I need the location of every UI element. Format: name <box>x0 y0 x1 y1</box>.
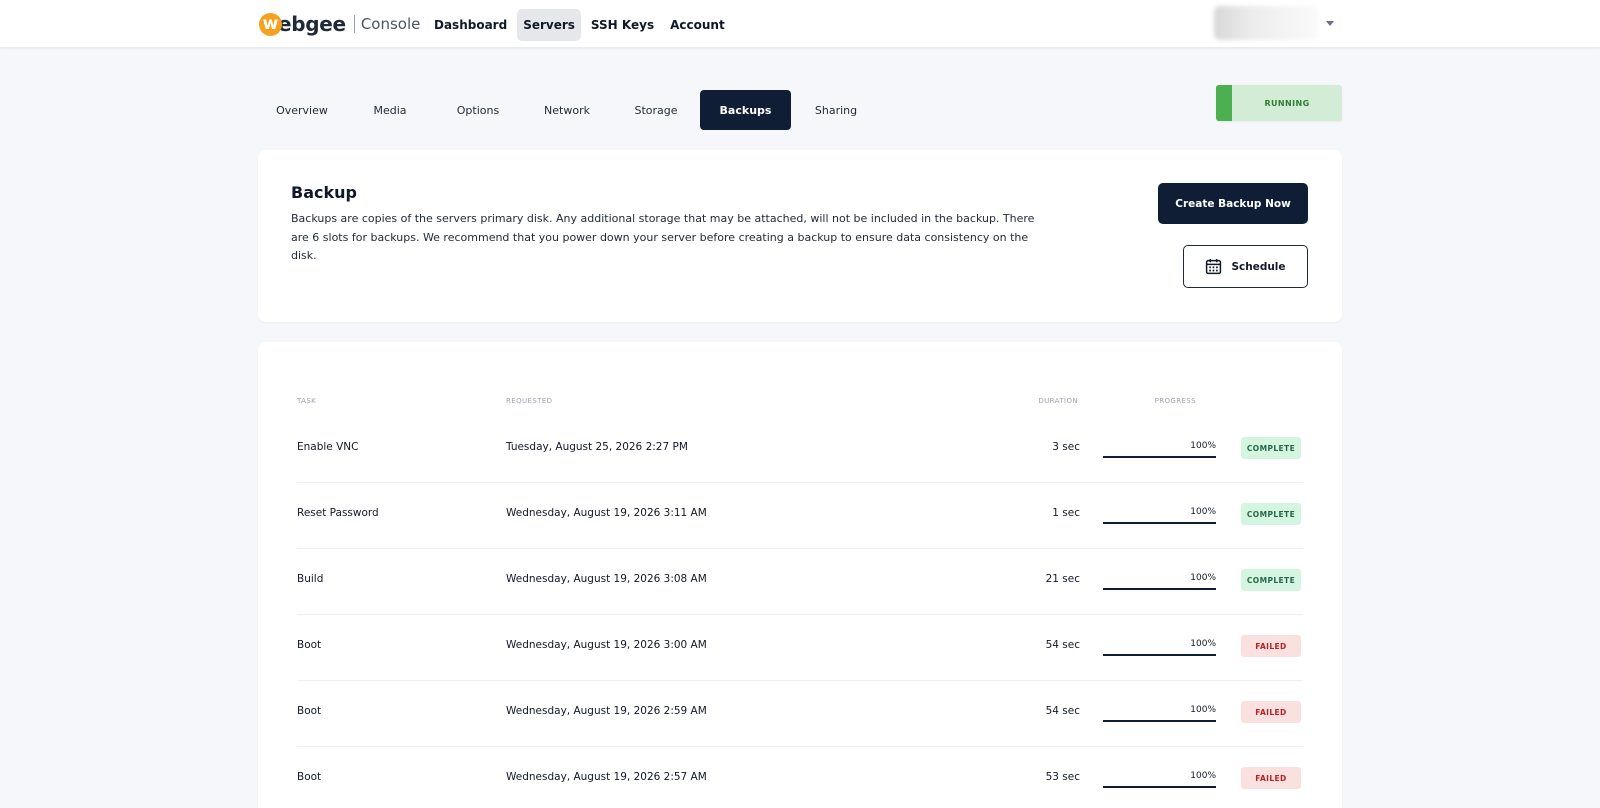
progress-fill <box>1103 786 1216 788</box>
top-bar: w ebgee Console Dashboard Servers SSH Ke… <box>0 0 1600 47</box>
progress-fill <box>1103 720 1216 722</box>
avatar <box>1214 6 1318 40</box>
nav-account[interactable]: Account <box>664 9 731 41</box>
create-backup-button[interactable]: Create Backup Now <box>1158 183 1308 224</box>
schedule-button[interactable]: Schedule <box>1183 245 1308 288</box>
nav-ssh-keys[interactable]: SSH Keys <box>585 9 660 41</box>
duration-cell: 54 sec <box>1045 639 1080 651</box>
duration-cell: 54 sec <box>1045 705 1080 717</box>
server-tabs: Overview Media Options Network Storage B… <box>258 90 881 130</box>
requested-cell: Wednesday, August 19, 2026 3:08 AM <box>506 573 707 585</box>
status-label: RUNNING <box>1264 98 1310 108</box>
backup-description: Backups are copies of the servers primar… <box>291 212 1035 262</box>
main-nav: Dashboard Servers SSH Keys Account <box>428 9 731 41</box>
duration-cell: 3 sec <box>1052 441 1080 453</box>
calendar-icon <box>1206 259 1222 275</box>
progress-bar: 100% <box>1103 698 1216 722</box>
progress-bar: 100% <box>1103 566 1216 590</box>
table-row[interactable]: Boot Wednesday, August 19, 2026 2:59 AM … <box>297 681 1303 747</box>
progress-label: 100% <box>1190 441 1216 451</box>
progress-fill <box>1103 654 1216 656</box>
backup-title: Backup <box>291 183 357 202</box>
nav-dashboard[interactable]: Dashboard <box>428 9 513 41</box>
task-table: TASK REQUESTED DURATION PROGRESS Enable … <box>258 342 1342 808</box>
progress-fill <box>1103 588 1216 590</box>
tab-sharing[interactable]: Sharing <box>791 90 881 130</box>
duration-cell: 1 sec <box>1052 507 1080 519</box>
task-cell: Reset Password <box>297 507 379 519</box>
progress-fill <box>1103 456 1216 458</box>
task-cell: Boot <box>297 639 322 651</box>
table-row[interactable]: Build Wednesday, August 19, 2026 3:08 AM… <box>297 549 1303 615</box>
status-badge: COMPLETE <box>1241 569 1301 591</box>
backup-card: Backup Backups are copies of the servers… <box>258 150 1342 322</box>
column-header-progress: PROGRESS <box>1154 397 1196 405</box>
progress-label: 100% <box>1190 573 1216 583</box>
schedule-label: Schedule <box>1231 260 1286 273</box>
requested-cell: Wednesday, August 19, 2026 3:11 AM <box>506 507 707 519</box>
column-header-task: TASK <box>297 397 317 405</box>
progress-label: 100% <box>1190 639 1216 649</box>
table-row[interactable]: Boot Wednesday, August 19, 2026 3:00 AM … <box>297 615 1303 681</box>
logo-mark: w <box>259 12 282 36</box>
tab-storage[interactable]: Storage <box>612 90 700 130</box>
duration-cell: 53 sec <box>1045 771 1080 783</box>
status-badge: RUNNING <box>1216 85 1342 121</box>
logo-console-label: Console <box>360 15 421 33</box>
tab-overview[interactable]: Overview <box>258 90 346 130</box>
status-badge: COMPLETE <box>1241 503 1301 525</box>
progress-label: 100% <box>1190 507 1216 517</box>
progress-bar: 100% <box>1103 764 1216 788</box>
column-header-requested: REQUESTED <box>506 397 553 405</box>
progress-bar: 100% <box>1103 632 1216 656</box>
requested-cell: Tuesday, August 25, 2026 2:27 PM <box>506 441 688 453</box>
status-badge: FAILED <box>1241 767 1301 789</box>
table-row[interactable]: Enable VNC Tuesday, August 25, 2026 2:27… <box>297 417 1303 483</box>
task-cell: Boot <box>297 705 322 717</box>
table-row[interactable]: Boot Wednesday, August 19, 2026 2:57 AM … <box>297 747 1303 808</box>
tab-media[interactable]: Media <box>346 90 434 130</box>
progress-bar: 100% <box>1103 434 1216 458</box>
duration-cell: 21 sec <box>1045 573 1080 585</box>
status-badge: COMPLETE <box>1241 437 1301 459</box>
task-cell: Enable VNC <box>297 441 359 453</box>
user-menu[interactable] <box>1214 4 1338 42</box>
requested-cell: Wednesday, August 19, 2026 2:57 AM <box>506 771 707 783</box>
column-header-duration: DURATION <box>1038 397 1078 405</box>
status-badge: FAILED <box>1241 701 1301 723</box>
status-indicator <box>1216 85 1232 121</box>
logo-text: ebgee <box>278 12 346 36</box>
table-row[interactable]: Reset Password Wednesday, August 19, 202… <box>297 483 1303 549</box>
progress-fill <box>1103 522 1216 524</box>
progress-bar: 100% <box>1103 500 1216 524</box>
progress-label: 100% <box>1190 771 1216 781</box>
status-badge: FAILED <box>1241 635 1301 657</box>
logo[interactable]: w ebgee Console <box>259 10 420 38</box>
logo-divider <box>353 15 355 33</box>
chevron-down-icon <box>1326 20 1334 26</box>
tab-network[interactable]: Network <box>522 90 612 130</box>
nav-servers[interactable]: Servers <box>517 9 581 41</box>
requested-cell: Wednesday, August 19, 2026 3:00 AM <box>506 639 707 651</box>
progress-label: 100% <box>1190 705 1216 715</box>
tab-backups[interactable]: Backups <box>700 90 791 130</box>
tab-options[interactable]: Options <box>434 90 522 130</box>
task-cell: Build <box>297 573 324 585</box>
task-cell: Boot <box>297 771 322 783</box>
requested-cell: Wednesday, August 19, 2026 2:59 AM <box>506 705 707 717</box>
